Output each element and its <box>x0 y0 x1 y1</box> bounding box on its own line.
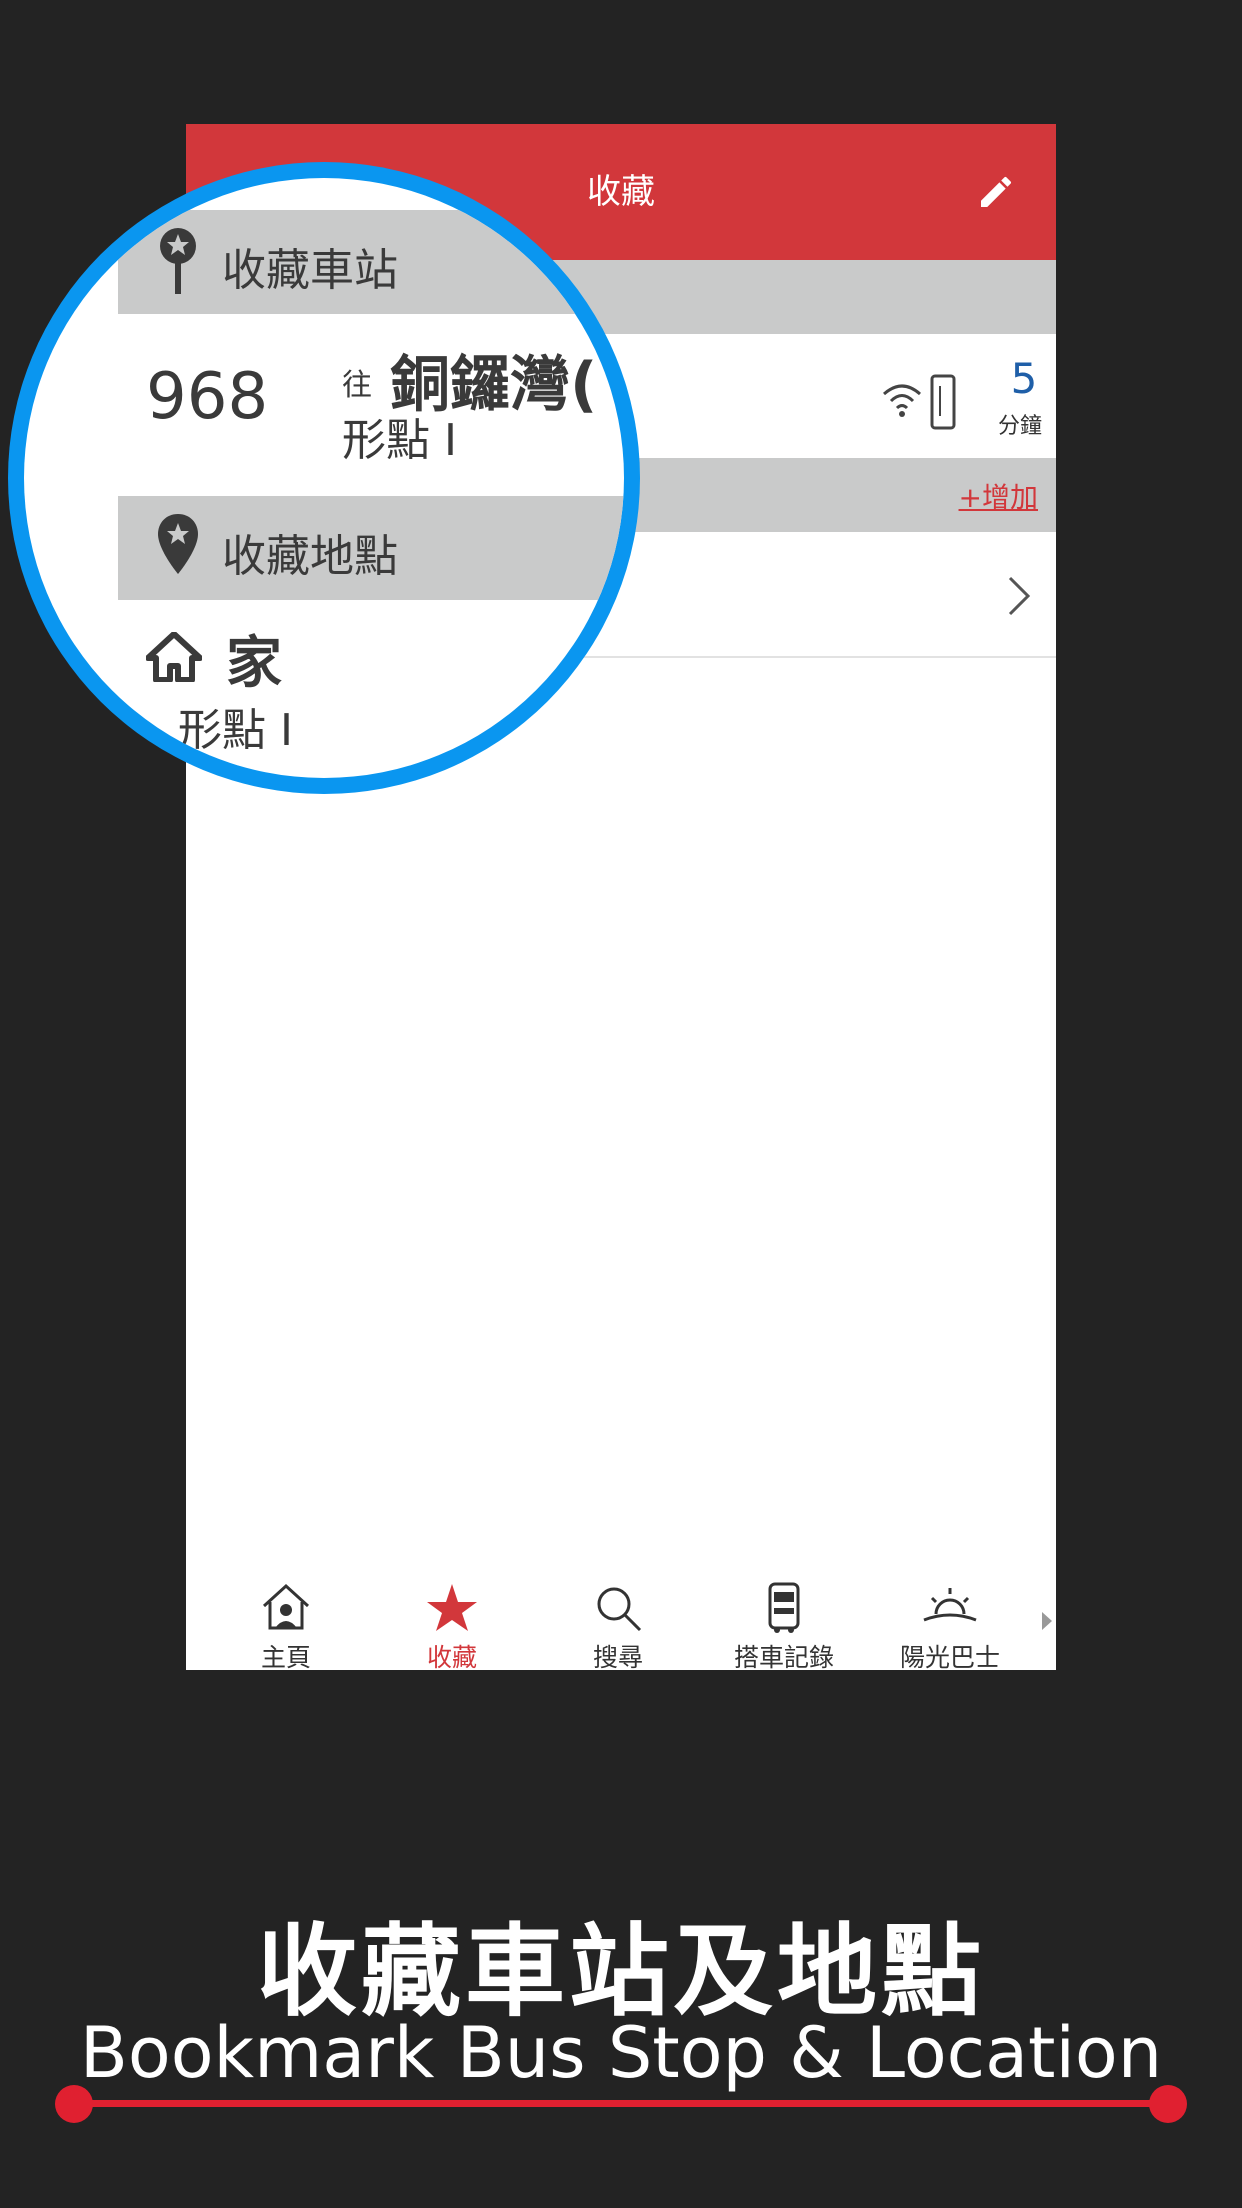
route-stop-name: 形點 I <box>342 415 457 466</box>
pin-star-icon <box>160 228 196 294</box>
caption-dot-right <box>1149 2085 1187 2123</box>
location-star-icon <box>158 514 198 574</box>
tab-sunshine-bus-label: 陽光巴士 <box>899 1643 1000 1670</box>
caption-dot-left <box>55 2085 93 2123</box>
tab-bookmarks[interactable]: 收藏 <box>372 1574 532 1670</box>
chevron-right-icon[interactable] <box>1006 574 1032 618</box>
mag-bookmark-stops-label: 收藏車站 <box>222 245 398 296</box>
add-location-link[interactable]: +增加 <box>959 476 1038 516</box>
tab-search-label: 搜尋 <box>592 1643 643 1670</box>
home-icon <box>146 632 202 682</box>
pencil-icon[interactable] <box>976 172 1016 212</box>
location-name: 家 <box>226 631 282 696</box>
bus-icon <box>768 1582 800 1633</box>
tab-search[interactable]: 搜尋 <box>538 1574 698 1670</box>
eta-minutes: 5 <box>1010 354 1038 403</box>
tab-home-label: 主頁 <box>260 1643 311 1670</box>
star-icon <box>427 1584 477 1631</box>
caret-right-icon[interactable] <box>1042 1612 1052 1630</box>
caption-underline <box>74 2100 1168 2107</box>
location-stop-name: 形點 I <box>178 705 293 756</box>
route-number: 968 <box>146 360 269 434</box>
realtime-signal-icon <box>883 374 956 430</box>
route-to-prefix: 往 <box>342 368 372 403</box>
search-icon <box>597 1587 642 1632</box>
mag-bookmark-stops-header: 收藏車站 <box>118 210 624 314</box>
tab-bar: 主頁 收藏 搜尋 搭車記錄 陽光巴士 <box>186 1574 1056 1670</box>
magnifier: 收藏車站 968 往 銅鑼灣( 形點 I 收藏地點 家 形點 I <box>24 178 624 778</box>
tab-sunshine-bus[interactable]: 陽光巴士 <box>870 1574 1030 1670</box>
mag-bookmark-locations-header: 收藏地點 <box>118 496 624 600</box>
mag-bookmark-locations-label: 收藏地點 <box>222 531 398 582</box>
sunrise-icon <box>923 1588 977 1622</box>
caption-english: Bookmark Bus Stop & Location <box>79 2012 1163 2094</box>
tab-trip-history-label: 搭車記錄 <box>733 1643 834 1670</box>
tab-trip-history[interactable]: 搭車記錄 <box>704 1574 864 1670</box>
home-person-icon <box>262 1583 310 1630</box>
tab-bookmarks-label: 收藏 <box>426 1643 477 1670</box>
eta-unit: 分鐘 <box>997 414 1042 439</box>
tab-home[interactable]: 主頁 <box>206 1574 366 1670</box>
